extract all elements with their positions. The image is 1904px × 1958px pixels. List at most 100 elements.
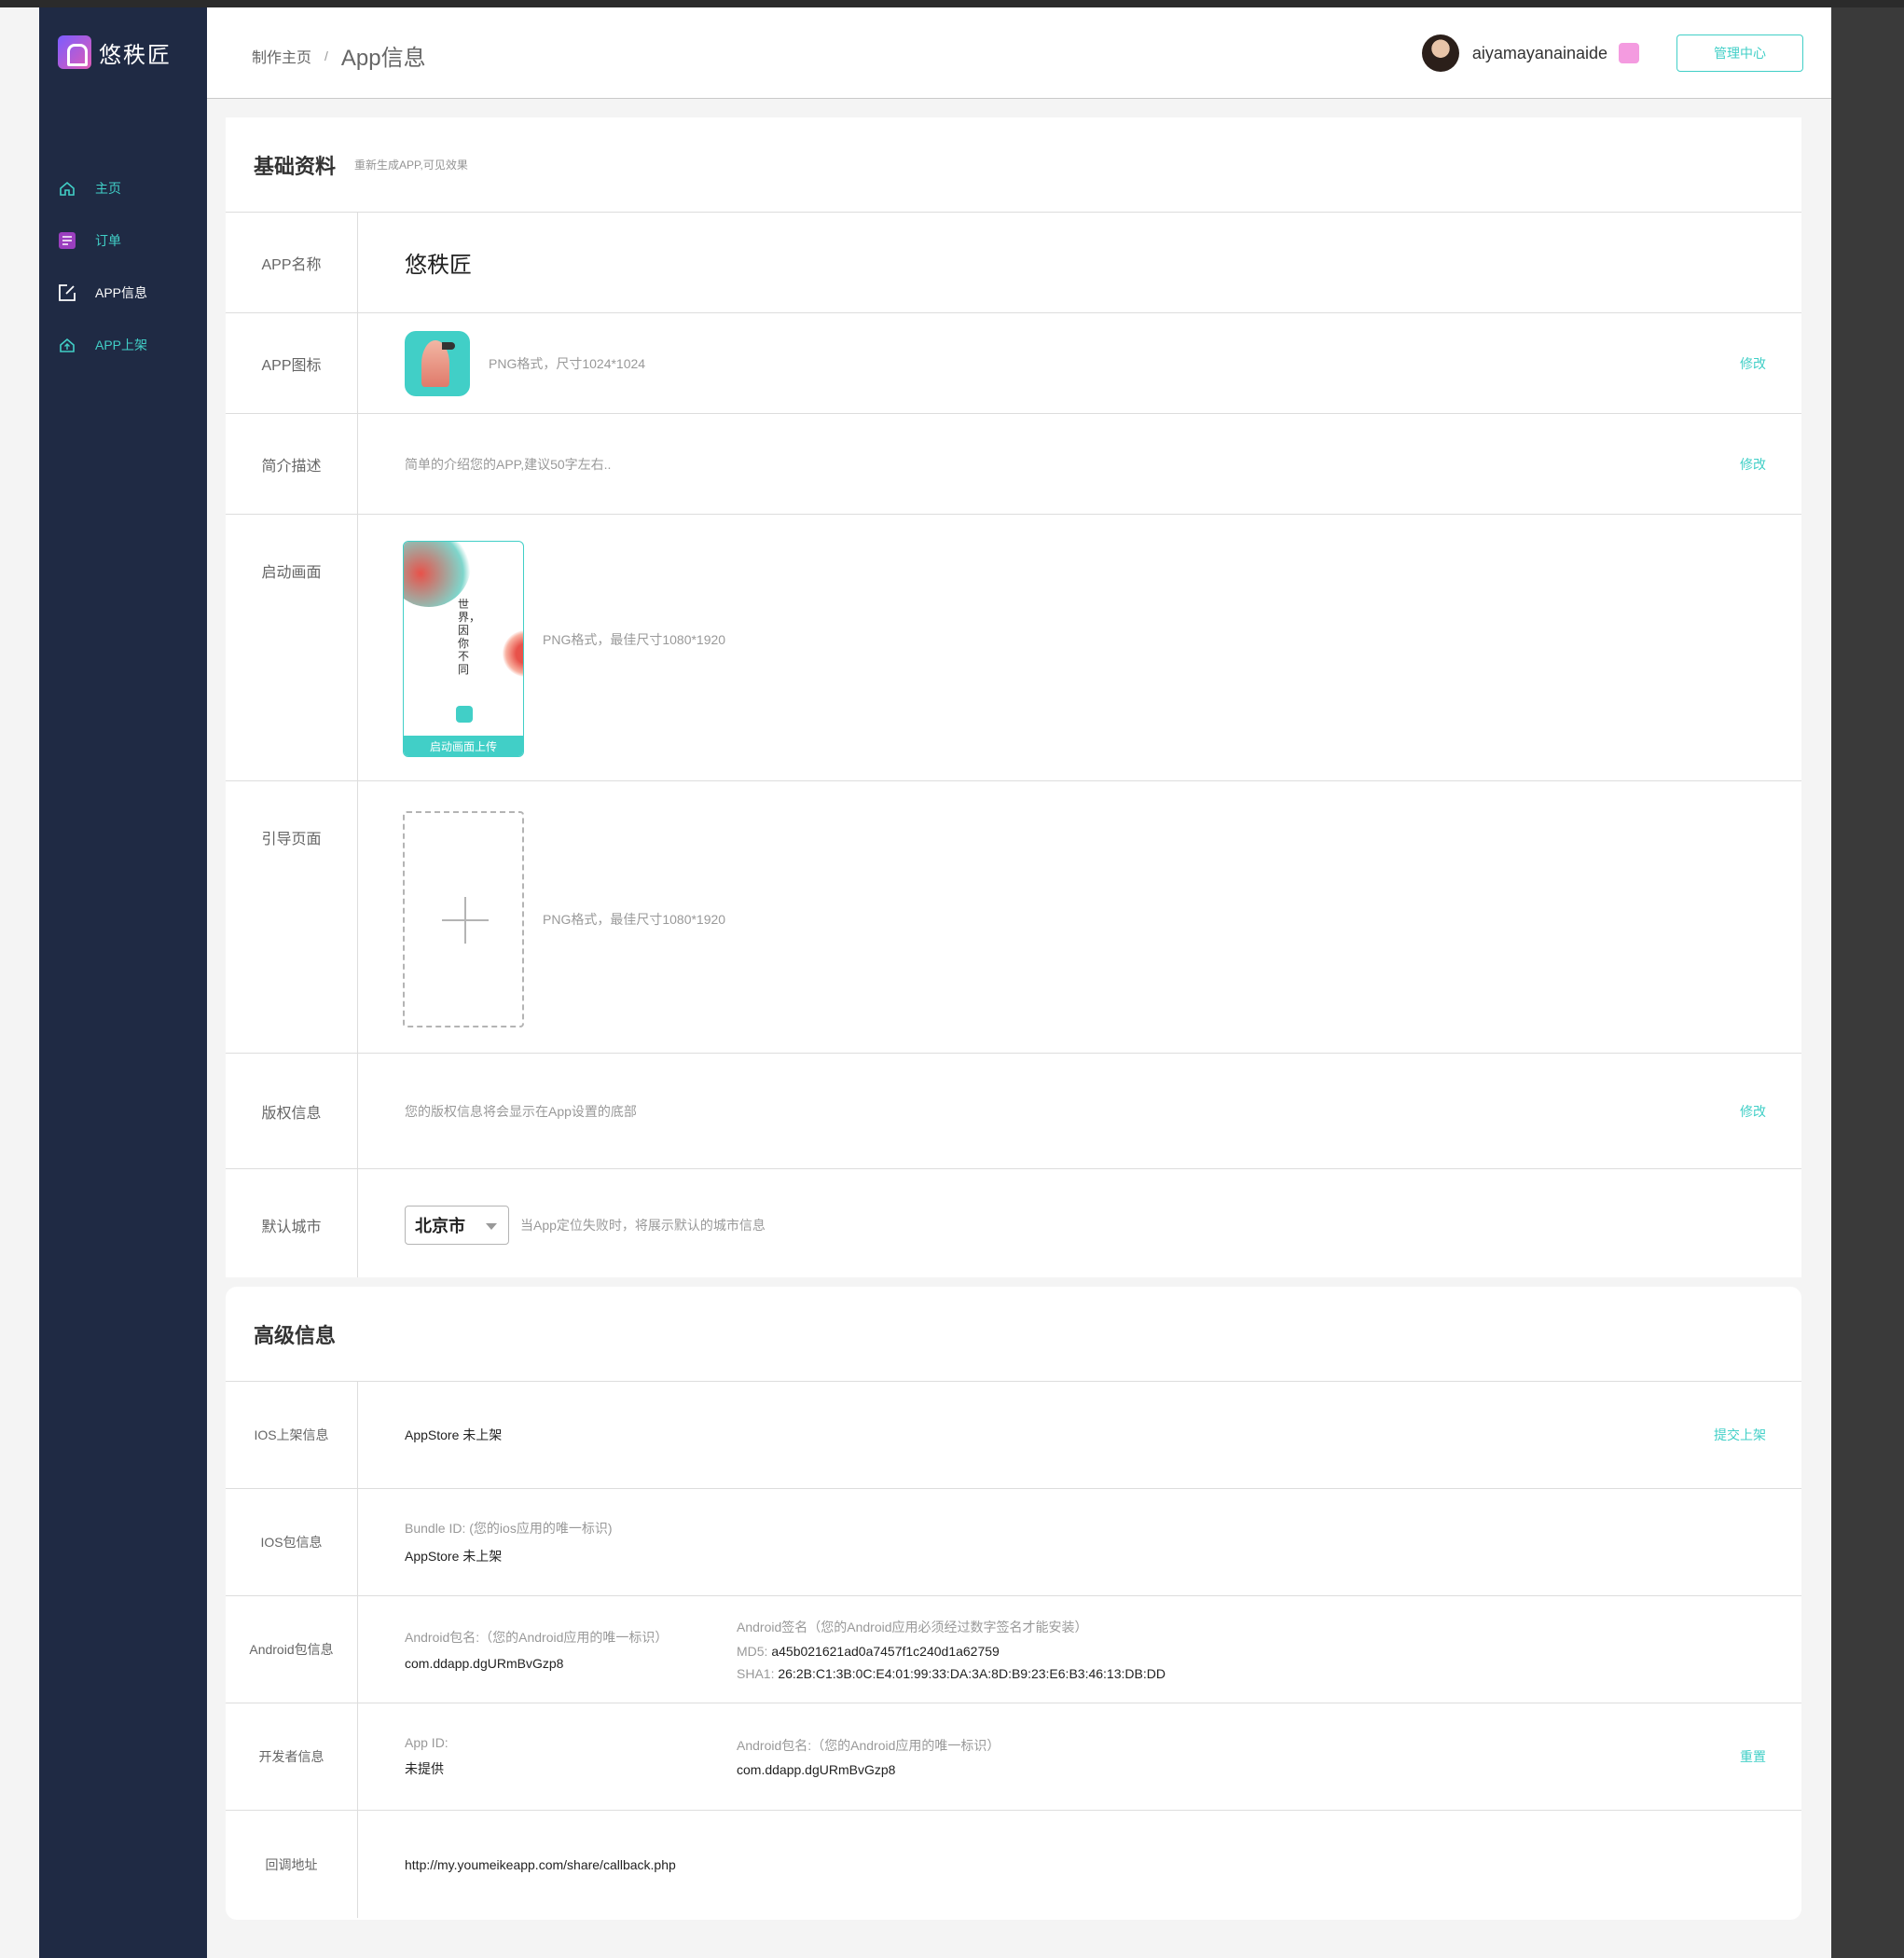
app-id-value: 未提供	[405, 1761, 444, 1776]
breadcrumb-home-link[interactable]: 制作主页	[252, 45, 311, 67]
splash-hint: PNG格式，最佳尺寸1080*1920	[543, 632, 726, 647]
ios-shelf-value: AppStore 未上架	[405, 1427, 503, 1442]
developer-package-key: Android包名:（您的Android应用的唯一标识）	[737, 1738, 1000, 1753]
splash-upload-bar[interactable]: 启动画面上传	[404, 736, 523, 756]
sidebar-item-home[interactable]: 主页	[39, 162, 207, 214]
android-package-value: com.ddapp.dgURmBvGzp8	[405, 1656, 564, 1671]
ios-package-value: AppStore 未上架	[405, 1549, 503, 1564]
sidebar-item-label: APP上架	[95, 338, 148, 352]
sidebar-item-orders[interactable]: 订单	[39, 214, 207, 267]
sidebar-item-app-info[interactable]: APP信息	[39, 267, 207, 319]
right-gutter	[1831, 7, 1904, 1958]
splash-verse: 世界，因你不同	[458, 598, 481, 676]
app-icon-cell: PNG格式，尺寸1024*1024 修改	[358, 313, 1801, 413]
user-area: aiyamayanainaide 管理中心	[1421, 34, 1803, 72]
developer-appid: App ID: 未提供	[405, 1735, 448, 1778]
user-badge-icon	[1619, 43, 1639, 63]
ios-shelf-label: IOS上架信息	[226, 1382, 358, 1488]
ios-package-label: IOS包信息	[226, 1489, 358, 1595]
default-city-cell: 北京市 当App定位失败时，将展示默认的城市信息	[358, 1169, 1801, 1277]
copyright-cell[interactable]: 您的版权信息将会显示在App设置的底部 修改	[358, 1054, 1801, 1168]
copyright-edit-link[interactable]: 修改	[1740, 1102, 1766, 1121]
basic-info-card: 基础资料 重新生成APP,可见效果 APP名称 悠秩匠 APP图标 PNG格式，…	[226, 117, 1801, 1277]
sha1-value: 26:2B:C1:3B:0C:E4:01:99:33:DA:3A:8D:B9:2…	[778, 1666, 1166, 1681]
app-name-label: APP名称	[226, 213, 358, 312]
guide-hint: PNG格式，最佳尺寸1080*1920	[543, 912, 726, 927]
sidebar-item-label: APP信息	[95, 285, 148, 300]
callback-cell: http://my.youmeikeapp.com/share/callback…	[358, 1811, 1801, 1918]
sidebar-item-app-publish[interactable]: APP上架	[39, 319, 207, 371]
developer-cell: App ID: 未提供 Android包名:（您的Android应用的唯一标识）…	[358, 1703, 1801, 1810]
copyright-row: 版权信息 您的版权信息将会显示在App设置的底部 修改	[226, 1054, 1801, 1169]
logo-text: 悠秩匠	[99, 41, 172, 68]
basic-info-header: 基础资料 重新生成APP,可见效果	[226, 117, 1801, 213]
splash-thumbnail[interactable]: 世界，因你不同 启动画面上传	[403, 541, 524, 757]
edit-icon	[58, 283, 76, 302]
app-icon-image[interactable]	[405, 330, 470, 396]
description-placeholder: 简单的介绍您的APP,建议50字左右..	[405, 456, 612, 472]
description-row: 简介描述 简单的介绍您的APP,建议50字左右.. 修改	[226, 414, 1801, 515]
submit-publish-link[interactable]: 提交上架	[1714, 1426, 1766, 1444]
android-package-cell: Android包名:（您的Android应用的唯一标识） com.ddapp.d…	[358, 1596, 1801, 1703]
plus-icon-vertical	[464, 897, 466, 944]
breadcrumb: 制作主页 / App信息	[252, 39, 426, 72]
app-name-cell: 悠秩匠	[358, 213, 1801, 312]
ios-shelf-row: IOS上架信息 AppStore 未上架 提交上架	[226, 1382, 1801, 1489]
splash-row: 启动画面 世界，因你不同 启动画面上传 PNG格式，最佳尺寸1080*1920	[226, 515, 1801, 781]
city-select-value: 北京市	[415, 1217, 465, 1235]
avatar[interactable]	[1421, 34, 1459, 72]
app-icon-label: APP图标	[226, 313, 358, 413]
username[interactable]: aiyamayanainaide	[1472, 44, 1607, 63]
callback-row: 回调地址 http://my.youmeikeapp.com/share/cal…	[226, 1811, 1801, 1918]
sidebar: 悠秩匠 主页 订单 APP信息 APP上架	[39, 7, 207, 1958]
logo-icon	[58, 35, 91, 69]
callback-url[interactable]: http://my.youmeikeapp.com/share/callback…	[405, 1857, 676, 1872]
basic-info-title: 基础资料	[254, 154, 337, 178]
splash-logo-icon	[456, 706, 473, 723]
advanced-info-title: 高级信息	[254, 1323, 337, 1347]
logo[interactable]: 悠秩匠	[58, 35, 172, 69]
description-cell[interactable]: 简单的介绍您的APP,建议50字左右.. 修改	[358, 414, 1801, 514]
upload-icon	[58, 336, 76, 354]
order-icon	[58, 231, 76, 250]
city-select[interactable]: 北京市	[405, 1206, 509, 1245]
developer-label: 开发者信息	[226, 1703, 358, 1810]
app-id-key: App ID:	[405, 1735, 448, 1750]
splash-decor-blob	[503, 630, 523, 677]
advanced-info-header: 高级信息	[226, 1287, 1801, 1382]
flamingo-beak	[442, 341, 455, 350]
android-package-row: Android包信息 Android包名:（您的Android应用的唯一标识） …	[226, 1596, 1801, 1703]
md5-line: MD5: a45b021621ad0a7457f1c240d1a62759	[737, 1644, 1166, 1659]
copyright-placeholder: 您的版权信息将会显示在App设置的底部	[405, 1103, 637, 1119]
callback-label: 回调地址	[226, 1811, 358, 1918]
bundle-id-key: Bundle ID: (您的ios应用的唯一标识)	[405, 1521, 613, 1536]
ios-package-info: Bundle ID: (您的ios应用的唯一标识) AppStore 未上架	[405, 1519, 612, 1565]
developer-row: 开发者信息 App ID: 未提供 Android包名:（您的Android应用…	[226, 1703, 1801, 1811]
home-icon	[58, 179, 76, 198]
splash-cell: 世界，因你不同 启动画面上传 PNG格式，最佳尺寸1080*1920	[358, 515, 1801, 780]
ios-package-row: IOS包信息 Bundle ID: (您的ios应用的唯一标识) AppStor…	[226, 1489, 1801, 1596]
sha1-line: SHA1: 26:2B:C1:3B:0C:E4:01:99:33:DA:3A:8…	[737, 1666, 1166, 1681]
android-package-name: Android包名:（您的Android应用的唯一标识） com.ddapp.d…	[405, 1628, 668, 1671]
left-gutter	[0, 7, 39, 1958]
sidebar-item-label: 订单	[95, 233, 121, 248]
guide-cell: PNG格式，最佳尺寸1080*1920	[358, 781, 1801, 1053]
description-edit-link[interactable]: 修改	[1740, 455, 1766, 474]
default-city-hint: 当App定位失败时，将展示默认的城市信息	[520, 1218, 766, 1233]
top-header: 制作主页 / App信息 aiyamayanainaide 管理中心	[207, 7, 1831, 99]
android-signature-key: Android签名（您的Android应用必须经过数字签名才能安装）	[737, 1620, 1088, 1634]
page-title: App信息	[340, 46, 426, 71]
window-top-strip	[0, 0, 1904, 7]
ios-package-cell: Bundle ID: (您的ios应用的唯一标识) AppStore 未上架	[358, 1489, 1801, 1595]
sidebar-nav: 主页 订单 APP信息 APP上架	[39, 162, 207, 371]
guide-label: 引导页面	[226, 781, 358, 1053]
default-city-label: 默认城市	[226, 1169, 358, 1277]
chevron-down-icon	[486, 1223, 497, 1230]
advanced-info-card: 高级信息 IOS上架信息 AppStore 未上架 提交上架 IOS包信息 Bu…	[226, 1287, 1801, 1920]
manage-center-button[interactable]: 管理中心	[1676, 34, 1803, 72]
copyright-label: 版权信息	[226, 1054, 358, 1168]
guide-upload-box[interactable]	[403, 811, 524, 1027]
app-icon-edit-link[interactable]: 修改	[1740, 354, 1766, 373]
reset-link[interactable]: 重置	[1740, 1747, 1766, 1766]
md5-value: a45b021621ad0a7457f1c240d1a62759	[771, 1644, 1000, 1659]
